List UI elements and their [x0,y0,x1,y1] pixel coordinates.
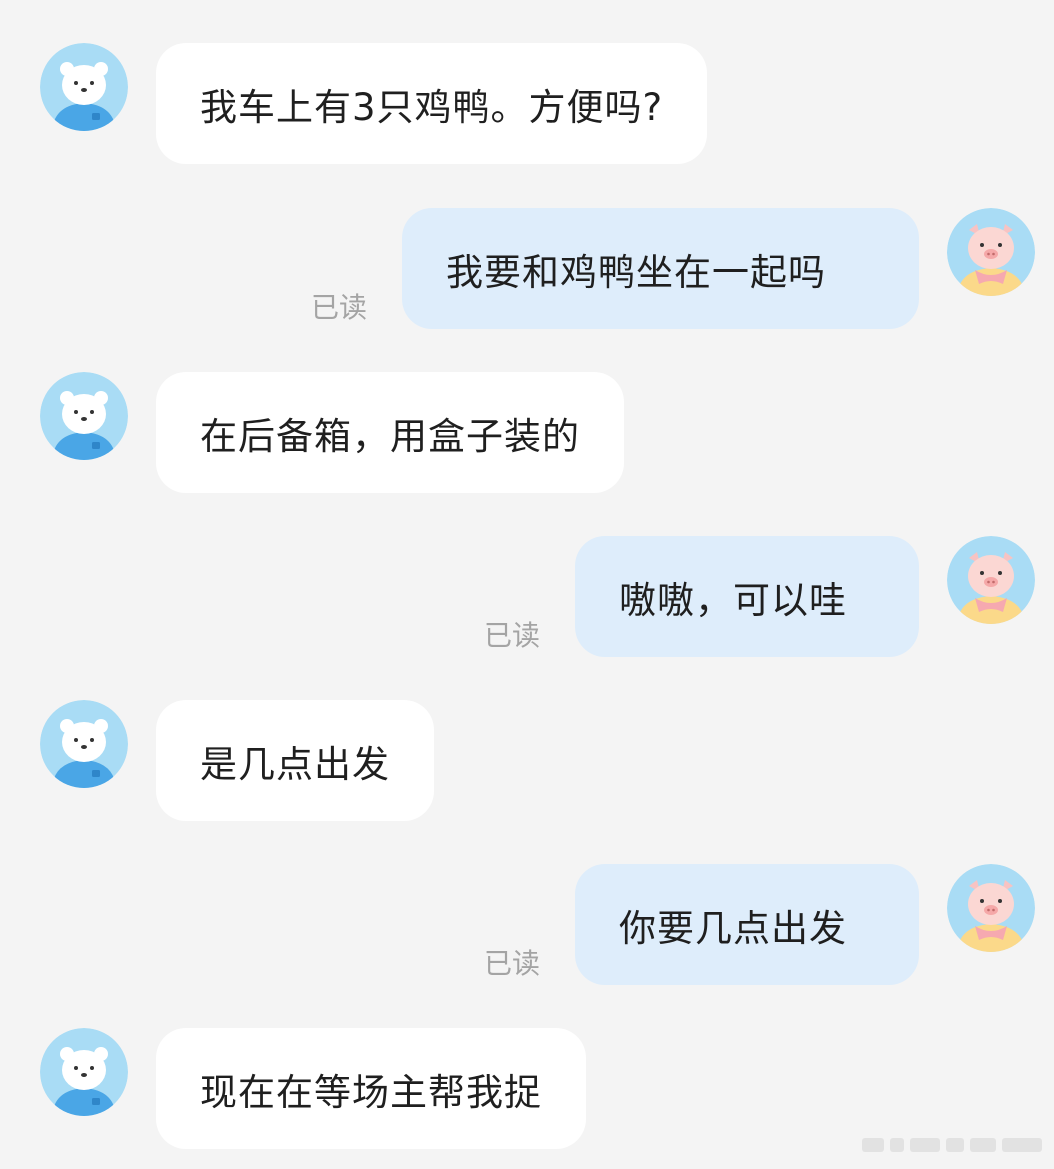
message-bubble[interactable]: 你要几点出发 [575,864,919,985]
pig-icon [947,208,1035,296]
pig-avatar[interactable] [947,864,1035,952]
read-status: 已读 [484,619,541,652]
polar-bear-avatar[interactable] [40,1028,128,1116]
message-bubble[interactable]: 现在在等场主帮我捉 [156,1028,586,1149]
message-bubble[interactable]: 我车上有3只鸡鸭。方便吗? [156,43,708,164]
message-row-outgoing: 已读 嗷嗷，可以哇 [0,536,1054,658]
polar-bear-icon [40,700,128,788]
message-row-incoming: 我车上有3只鸡鸭。方便吗? [0,43,1054,165]
polar-bear-avatar[interactable] [40,700,128,788]
polar-bear-icon [40,43,128,131]
message-bubble[interactable]: 在后备箱，用盒子装的 [156,372,624,493]
message-row-outgoing: 已读 你要几点出发 [0,864,1054,986]
pig-avatar[interactable] [947,208,1035,296]
message-row-incoming: 在后备箱，用盒子装的 [0,372,1054,494]
message-bubble[interactable]: 是几点出发 [156,700,434,821]
read-status: 已读 [484,947,541,980]
chat-thread: 我车上有3只鸡鸭。方便吗? 已读 我要和鸡鸭坐在一起吗 在后备箱，用盒子装的 已… [0,0,1054,1169]
read-status: 已读 [311,291,368,324]
polar-bear-icon [40,1028,128,1116]
message-row-incoming: 是几点出发 [0,700,1054,822]
message-bubble[interactable]: 我要和鸡鸭坐在一起吗 [402,208,919,329]
polar-bear-avatar[interactable] [40,372,128,460]
polar-bear-avatar[interactable] [40,43,128,131]
message-row-incoming: 现在在等场主帮我捉 [0,1028,1054,1150]
polar-bear-icon [40,372,128,460]
pig-avatar[interactable] [947,536,1035,624]
pig-icon [947,864,1035,952]
pig-icon [947,536,1035,624]
watermark [862,1134,1042,1156]
message-bubble[interactable]: 嗷嗷，可以哇 [575,536,919,657]
message-row-outgoing: 已读 我要和鸡鸭坐在一起吗 [0,208,1054,330]
